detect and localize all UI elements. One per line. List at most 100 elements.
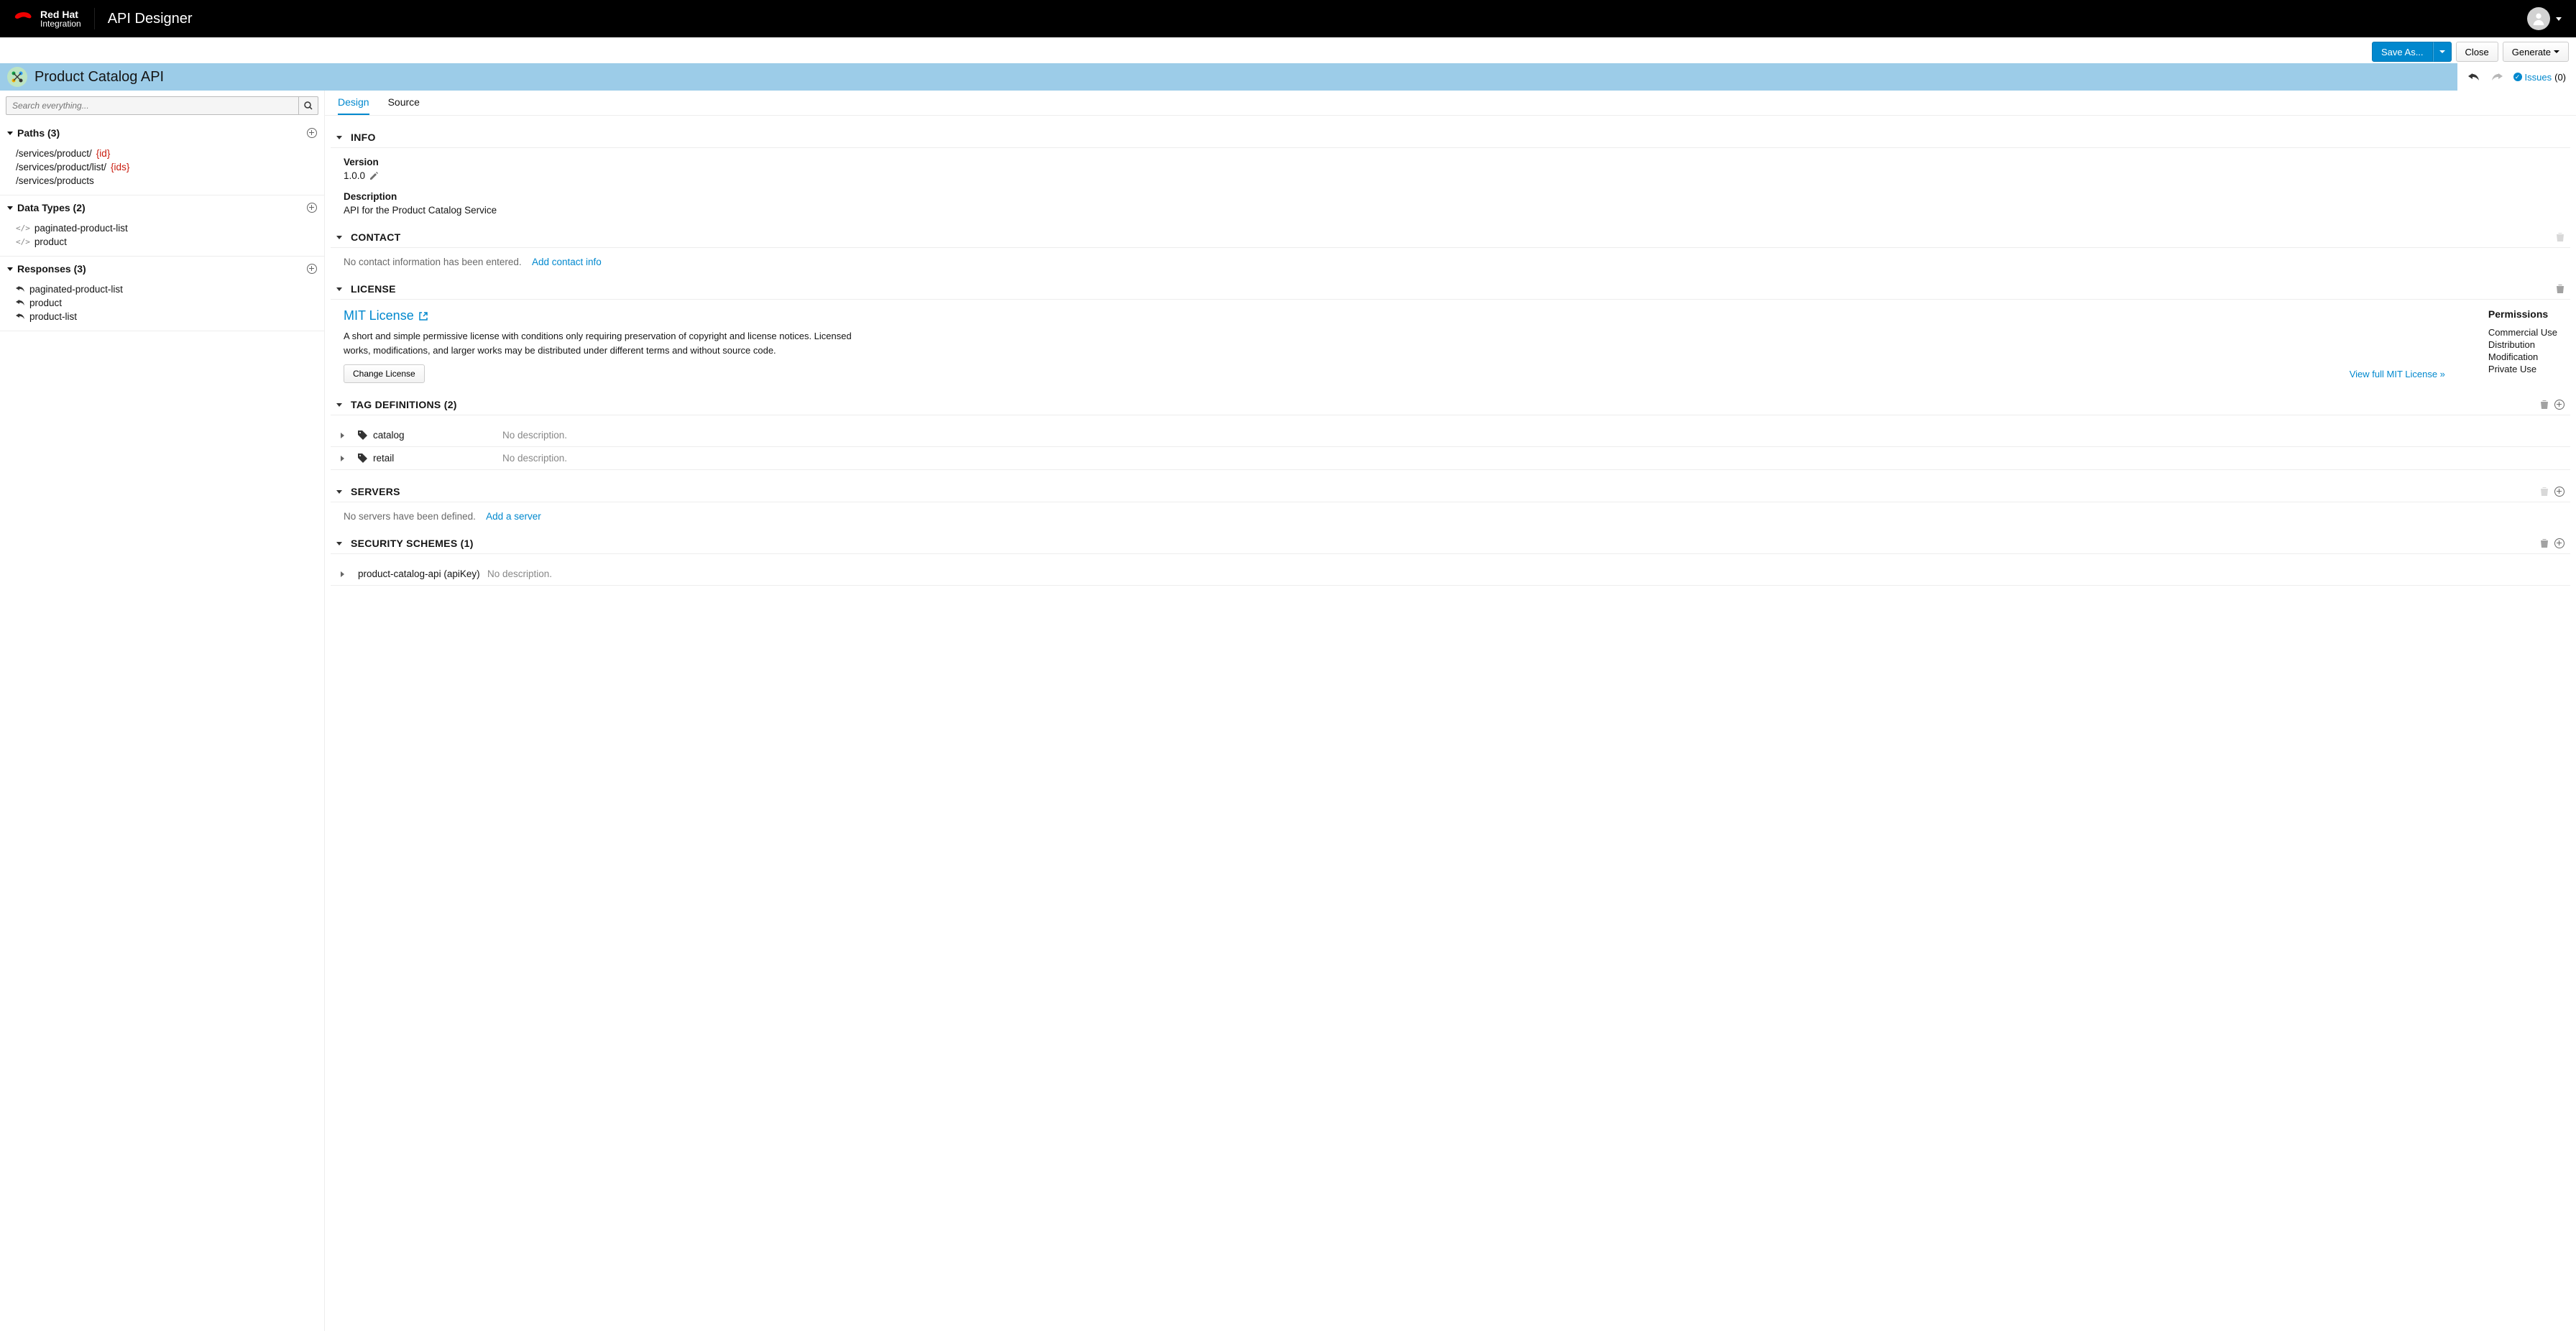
undo-button[interactable]: [2467, 72, 2480, 82]
servers-header[interactable]: SERVERS: [331, 486, 2570, 502]
save-as-button[interactable]: Save As...: [2372, 42, 2433, 62]
responses-header[interactable]: Responses (3): [0, 257, 324, 281]
expand-icon[interactable]: [338, 454, 346, 463]
history-controls: ✓ Issues (0): [2457, 63, 2576, 91]
permission-item: Distribution: [2488, 339, 2557, 350]
pencil-icon[interactable]: [369, 172, 378, 180]
brand: Red Hat Integration: [14, 9, 81, 28]
version-value: 1.0.0: [344, 170, 365, 181]
user-icon: [2531, 11, 2547, 27]
change-license-button[interactable]: Change License: [344, 364, 425, 383]
brand-sub: Integration: [40, 19, 81, 28]
add-path-button[interactable]: [307, 128, 317, 138]
paths-header[interactable]: Paths (3): [0, 121, 324, 145]
license-header[interactable]: LICENSE: [331, 283, 2570, 300]
data-types-header[interactable]: Data Types (2): [0, 195, 324, 220]
view-full-license-link[interactable]: View full MIT License »: [2350, 369, 2445, 379]
security-title: SECURITY SCHEMES (1): [351, 538, 2536, 549]
response-item[interactable]: product: [0, 296, 324, 310]
license-name[interactable]: MIT License: [344, 308, 2445, 323]
add-security-button[interactable]: [2554, 538, 2564, 548]
trash-icon[interactable]: [2540, 400, 2549, 410]
user-menu-caret-icon[interactable]: [2556, 17, 2562, 21]
expand-icon[interactable]: [338, 570, 346, 579]
redo-button[interactable]: [2490, 72, 2503, 82]
main-panel: Design Source INFO Version 1.0.0 Descrip…: [325, 91, 2576, 1331]
permissions-title: Permissions: [2488, 308, 2557, 320]
add-server-button[interactable]: [2554, 487, 2564, 497]
tab-source[interactable]: Source: [388, 96, 420, 115]
description-value: API for the Product Catalog Service: [344, 205, 497, 216]
tag-icon: [358, 430, 367, 440]
info-header[interactable]: INFO: [331, 132, 2570, 148]
add-contact-link[interactable]: Add contact info: [532, 257, 602, 267]
servers-empty: No servers have been defined.: [344, 511, 476, 522]
data-type-item[interactable]: </>product: [0, 235, 324, 249]
expand-icon[interactable]: [338, 431, 346, 440]
api-title: Product Catalog API: [34, 69, 164, 86]
tab-design[interactable]: Design: [338, 96, 369, 115]
contact-header[interactable]: CONTACT: [331, 231, 2570, 248]
add-response-button[interactable]: [307, 264, 317, 274]
code-icon: </>: [16, 237, 30, 247]
tag-icon: [358, 453, 367, 463]
add-data-type-button[interactable]: [307, 203, 317, 213]
license-title: LICENSE: [351, 283, 2552, 295]
generate-label: Generate: [2512, 47, 2551, 57]
search-button[interactable]: [298, 96, 318, 115]
add-tag-button[interactable]: [2554, 400, 2564, 410]
user-avatar[interactable]: [2527, 7, 2550, 30]
redhat-logo-icon: [14, 12, 33, 25]
titlebar: Product Catalog API: [0, 63, 2457, 91]
tags-header[interactable]: TAG DEFINITIONS (2): [331, 399, 2570, 415]
generate-button[interactable]: Generate: [2503, 42, 2569, 62]
toolbar: Save As... Close Generate: [0, 37, 2576, 63]
brand-divider: [94, 8, 95, 29]
chevron-down-icon: [336, 287, 342, 291]
paths-section: Paths (3) /services/product/{id}/service…: [0, 121, 324, 195]
trash-icon[interactable]: [2540, 487, 2549, 497]
issues-indicator[interactable]: ✓ Issues (0): [2513, 72, 2566, 83]
search-wrap: [0, 91, 324, 121]
path-item[interactable]: /services/products: [0, 174, 324, 188]
trash-icon[interactable]: [2556, 284, 2564, 294]
code-icon: </>: [16, 224, 30, 233]
chevron-down-icon: [336, 490, 342, 494]
search-input[interactable]: [6, 96, 298, 115]
reply-icon: [16, 285, 25, 293]
security-row[interactable]: product-catalog-api (apiKey)No descripti…: [331, 563, 2570, 586]
check-icon: ✓: [2513, 73, 2522, 81]
masthead: Red Hat Integration API Designer: [0, 0, 2576, 37]
tags-title: TAG DEFINITIONS (2): [351, 399, 2536, 410]
tabs: Design Source: [325, 91, 2576, 116]
permission-item: Private Use: [2488, 364, 2557, 374]
data-type-item[interactable]: </>paginated-product-list: [0, 221, 324, 235]
sidebar: Paths (3) /services/product/{id}/service…: [0, 91, 325, 1331]
license-section: LICENSE MIT License A short and simple p…: [331, 283, 2570, 383]
path-item[interactable]: /services/product/list/{ids}: [0, 160, 324, 174]
trash-icon[interactable]: [2540, 538, 2549, 548]
api-icon: [7, 67, 27, 87]
close-button[interactable]: Close: [2456, 42, 2498, 62]
tag-row[interactable]: retailNo description.: [331, 447, 2570, 470]
issues-label: Issues: [2525, 72, 2552, 83]
trash-icon[interactable]: [2556, 232, 2564, 242]
license-permissions: Permissions Commercial UseDistributionMo…: [2488, 308, 2557, 383]
security-header[interactable]: SECURITY SCHEMES (1): [331, 538, 2570, 554]
info-title: INFO: [351, 132, 2564, 143]
response-item[interactable]: paginated-product-list: [0, 282, 324, 296]
data-types-title: Data Types (2): [17, 202, 307, 213]
contact-empty: No contact information has been entered.: [344, 257, 522, 267]
data-types-section: Data Types (2) </>paginated-product-list…: [0, 195, 324, 257]
tag-row[interactable]: catalogNo description.: [331, 424, 2570, 447]
responses-title: Responses (3): [17, 263, 307, 275]
save-as-dropdown[interactable]: [2433, 42, 2452, 62]
responses-section: Responses (3) paginated-product-listprod…: [0, 257, 324, 331]
paths-title: Paths (3): [17, 127, 307, 139]
description-label: Description: [344, 191, 2557, 202]
info-section: INFO Version 1.0.0 Description API for t…: [331, 132, 2570, 216]
servers-title: SERVERS: [351, 486, 2536, 497]
add-server-link[interactable]: Add a server: [486, 511, 541, 522]
response-item[interactable]: product-list: [0, 310, 324, 323]
path-item[interactable]: /services/product/{id}: [0, 147, 324, 160]
